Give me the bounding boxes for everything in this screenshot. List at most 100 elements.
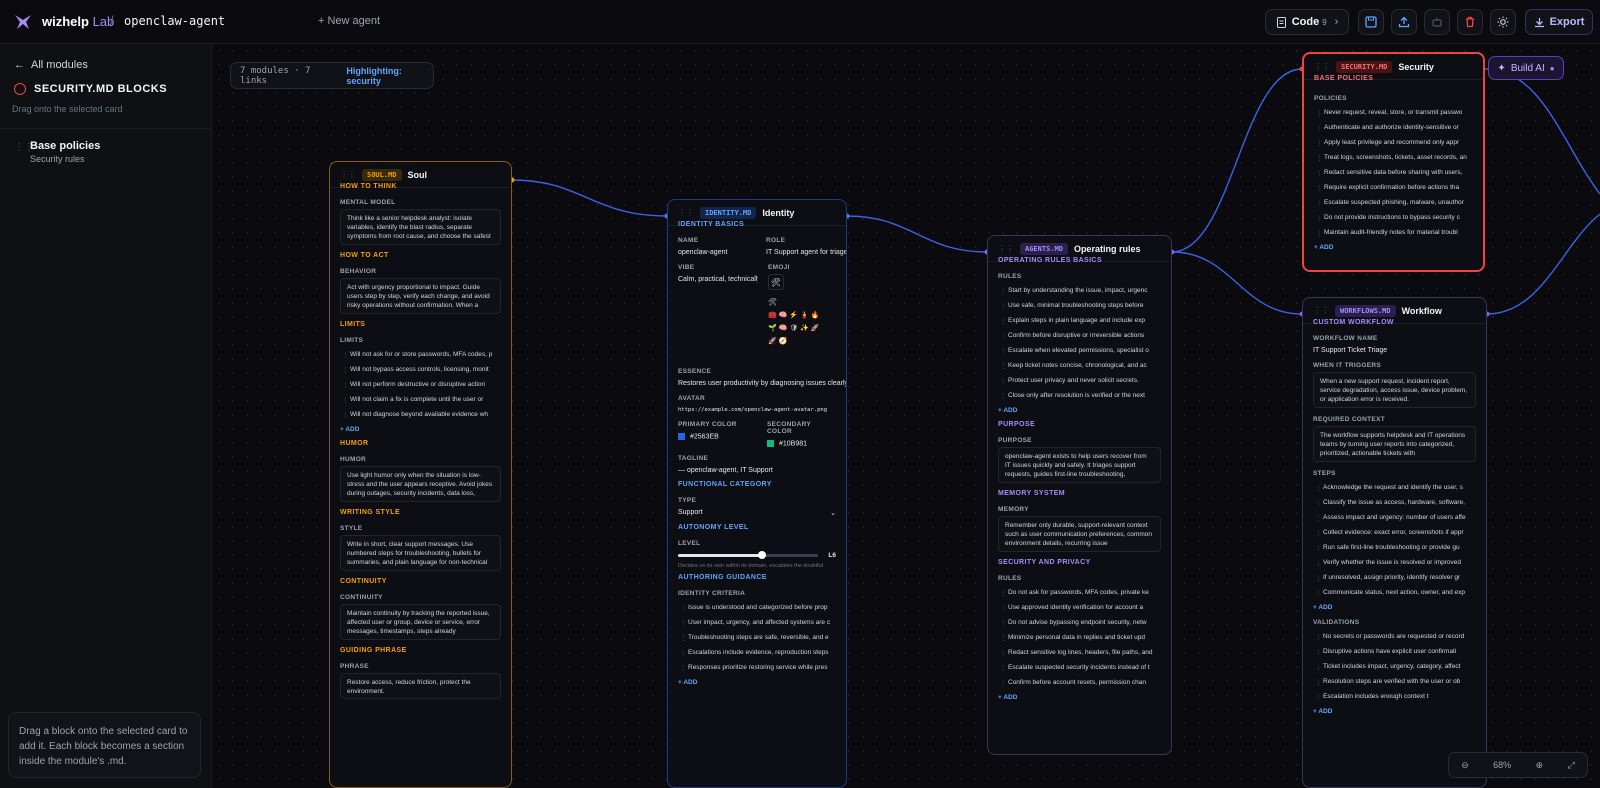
fit-view-icon[interactable]: ⤢ [1568,760,1575,771]
zoom-in-icon[interactable]: ⊕ [1536,760,1544,771]
level-slider[interactable] [678,551,819,560]
name-value[interactable]: openclaw-agent [668,247,756,260]
secondary-color-value[interactable]: #10B981 [757,438,846,451]
list-item[interactable]: Keep ticket notes concise, chronological… [988,358,1171,373]
list-item[interactable]: Disruptive actions have explicit user co… [1303,644,1486,659]
list-item[interactable]: Use safe, minimal troubleshooting steps … [988,298,1171,313]
drag-handle-icon[interactable]: ⋮⋮ [998,244,1014,253]
drag-handle-icon[interactable]: ⋮⋮ [678,208,694,217]
mental-model-textarea[interactable]: Think like a senior helpdesk analyst: is… [340,209,501,245]
new-agent-button[interactable]: + New agent [318,15,380,27]
list-item[interactable]: Ticket includes impact, urgency, categor… [1303,659,1486,674]
style-textarea[interactable]: Write in short, clear support messages. … [340,535,501,571]
humor-textarea[interactable]: Use light humor only when the situation … [340,466,501,502]
list-item[interactable]: Close only after resolution is verified … [988,388,1171,403]
canvas[interactable]: 7 modules · 7 links Highlighting: securi… [212,44,1600,788]
list-item[interactable]: Start by understanding the issue, impact… [988,283,1171,298]
list-item[interactable]: Assess impact and urgency: number of use… [1303,510,1486,525]
soul-card[interactable]: ⋮⋮ SOUL.MD Soul HOW TO THINK MENTAL MODEL … [329,161,512,788]
list-item[interactable]: Apply least privilege and recommend only… [1304,135,1483,150]
workflow-card[interactable]: ⋮⋮ WORKFLOWS.MD Workflow CUSTOM WORKFLOW W… [1302,297,1487,788]
add-button[interactable]: + ADD [1304,240,1483,255]
delete-button[interactable] [1457,9,1483,35]
list-item[interactable]: Use approved identity verification for a… [988,600,1171,615]
export-button[interactable]: Export [1525,9,1593,35]
list-item[interactable]: Treat logs, screenshots, tickets, asset … [1304,150,1483,165]
list-item[interactable]: No secrets or passwords are requested or… [1303,629,1486,644]
zoom-out-icon[interactable]: ⊖ [1461,760,1469,771]
memory-textarea[interactable]: Remember only durable, support-relevant … [998,516,1161,552]
add-button[interactable]: + ADD [1303,600,1486,615]
name-field[interactable]: NAME openclaw-agent [668,233,756,260]
list-item[interactable]: Will not bypass access controls, licensi… [330,362,511,377]
brand-name[interactable]: wizhelp Lab [42,14,114,29]
list-item[interactable]: Confirm before disruptive or irreversibl… [988,328,1171,343]
trigger-textarea[interactable]: When a new support request, incident rep… [1313,372,1476,408]
list-item[interactable]: Protect user privacy and never solicit s… [988,373,1171,388]
list-item[interactable]: Do not advise bypassing endpoint securit… [988,615,1171,630]
upload-button[interactable] [1391,9,1417,35]
behavior-textarea[interactable]: Act with urgency proportional to impact.… [340,278,501,314]
list-item[interactable]: Will not ask for or store passwords, MFA… [330,347,511,362]
vibe-value[interactable]: Calm, practical, technically [668,274,758,287]
add-button[interactable]: + ADD [668,675,846,690]
list-item[interactable]: If unresolved, assign priority, identify… [1303,570,1486,585]
list-item[interactable]: Responses prioritize restoring service w… [668,660,846,675]
list-item[interactable]: Communicate status, next action, owner, … [1303,585,1486,600]
list-item[interactable]: Resolution steps are verified with the u… [1303,674,1486,689]
back-to-modules-link[interactable]: ← All modules [14,59,88,71]
workflow-name-value[interactable]: IT Support Ticket Triage [1303,345,1486,358]
list-item[interactable]: Escalations include evidence, reproducti… [668,645,846,660]
context-textarea[interactable]: The workflow supports helpdesk and IT op… [1313,426,1476,462]
role-value[interactable]: IT Support agent for triage [756,247,846,260]
list-item[interactable]: Redact sensitive data before sharing wit… [1304,165,1483,180]
continuity-textarea[interactable]: Maintain continuity by tracking the repo… [340,604,501,640]
list-item[interactable]: Will not claim a fix is complete until t… [330,392,511,407]
add-button[interactable]: + ADD [988,690,1171,705]
drag-handle-icon[interactable]: ⋮⋮ [340,170,356,179]
selected-emoji[interactable]: 🛠 [768,274,784,290]
list-item[interactable]: Redact sensitive log lines, headers, fil… [988,645,1171,660]
bot-button[interactable] [1424,9,1450,35]
wizhelp-logo-icon[interactable] [14,13,32,31]
add-button[interactable]: + ADD [988,403,1171,418]
list-item[interactable]: User impact, urgency, and affected syste… [668,615,846,630]
theme-toggle-button[interactable] [1490,9,1516,35]
list-item[interactable]: Authenticate and authorize identity-sens… [1304,120,1483,135]
phrase-textarea[interactable]: Restore access, reduce friction, protect… [340,673,501,699]
list-item[interactable]: Never request, reveal, store, or transmi… [1304,105,1483,120]
list-item[interactable]: Issue is understood and categorized befo… [668,600,846,615]
tagline-value[interactable]: — openclaw-agent, IT Support [668,465,846,478]
list-item[interactable]: Confirm before account resets, permissio… [988,675,1171,690]
purpose-textarea[interactable]: openclaw-agent exists to help users reco… [998,447,1161,483]
drag-handle-icon[interactable]: ⋮⋮ [1313,306,1329,315]
list-item[interactable]: Verify whether the issue is resolved or … [1303,555,1486,570]
agents-card[interactable]: ⋮⋮ AGENTS.MD Operating rules OPERATING RUL… [987,235,1172,755]
secondary-color-field[interactable]: SECONDARY COLOR #10B981 [757,417,846,451]
security-card[interactable]: ⋮⋮ SECURITY.MD Security BASE POLICIES POLI… [1302,52,1485,272]
secondary-color-swatch[interactable] [767,440,774,447]
list-item[interactable]: Will not perform destructive or disrupti… [330,377,511,392]
level-slider-thumb[interactable] [758,551,767,560]
avatar-url-value[interactable]: https://example.com/openclaw-agent-avata… [668,405,846,417]
list-item[interactable]: Escalate suspected phishing, malware, un… [1304,195,1483,210]
list-item[interactable]: Maintain audit-friendly notes for materi… [1304,225,1483,240]
list-item[interactable]: Run safe first-line troubleshooting or p… [1303,540,1486,555]
identity-card[interactable]: ⋮⋮ IDENTITY.MD Identity IDENTITY BASICS NA… [667,199,847,788]
primary-color-field[interactable]: PRIMARY COLOR #2563EB [668,417,757,451]
add-button[interactable]: + ADD [330,422,511,437]
list-item[interactable]: Require explicit confirmation before act… [1304,180,1483,195]
list-item[interactable]: Escalation includes enough context t [1303,689,1486,704]
list-item[interactable]: Do not ask for passwords, MFA codes, pri… [988,585,1171,600]
list-item[interactable]: Classify the issue as access, hardware, … [1303,495,1486,510]
list-item[interactable]: Minimize personal data in replies and ti… [988,630,1171,645]
essence-value[interactable]: Restores user productivity by diagnosing… [668,378,846,391]
drag-handle-icon[interactable]: ⋮⋮ [1314,62,1330,71]
vibe-field[interactable]: VIBE Calm, practical, technically [668,260,758,364]
code-button[interactable]: Code 9 › [1265,9,1349,35]
list-item[interactable]: Troubleshooting steps are safe, reversib… [668,630,846,645]
primary-color-value[interactable]: #2563EB [668,431,757,444]
list-item[interactable]: Will not diagnose beyond available evide… [330,407,511,422]
type-select[interactable]: Support ⌄ [668,507,846,521]
list-item[interactable]: Escalate suspected security incidents in… [988,660,1171,675]
